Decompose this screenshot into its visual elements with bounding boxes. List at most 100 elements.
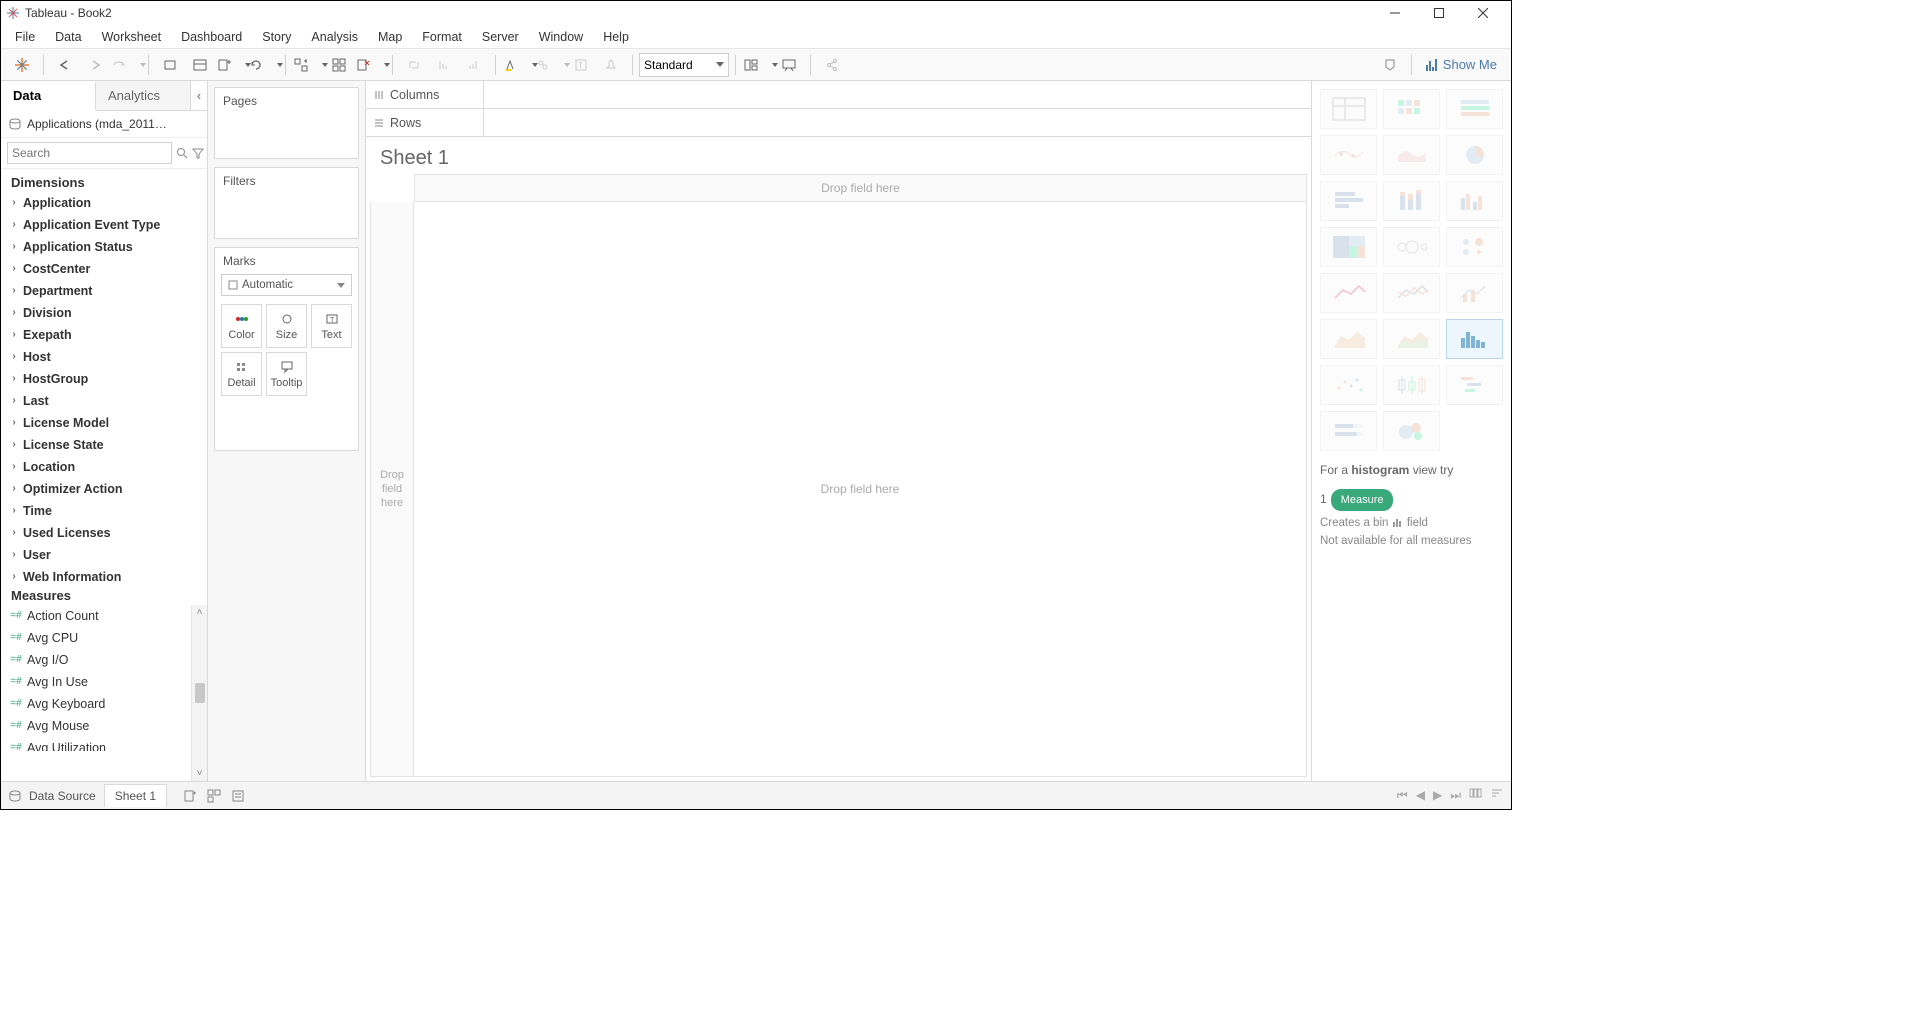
menu-server[interactable]: Server [472, 27, 529, 47]
dimension-field[interactable]: ›HostGroup [1, 368, 207, 390]
dimension-field[interactable]: ›User [1, 544, 207, 566]
menu-map[interactable]: Map [368, 27, 412, 47]
view-drop-zone[interactable]: Drop field here [414, 202, 1307, 777]
dimension-field[interactable]: ›Last [1, 390, 207, 412]
swap-rows-cols-button[interactable] [401, 52, 427, 78]
dimension-field[interactable]: ›Application [1, 192, 207, 214]
group-button[interactable] [536, 52, 562, 78]
marks-detail-button[interactable]: Detail [221, 352, 262, 396]
menu-worksheet[interactable]: Worksheet [92, 27, 172, 47]
sort-tabs-button[interactable] [1491, 788, 1503, 803]
new-dashboard-tab-button[interactable] [207, 789, 221, 803]
marks-size-button[interactable]: Size [266, 304, 307, 348]
dimension-field[interactable]: ›License State [1, 434, 207, 456]
viz-bullet[interactable] [1320, 411, 1377, 451]
show-cards-button[interactable] [744, 52, 770, 78]
new-datasource-button[interactable] [157, 52, 183, 78]
new-worksheet-button[interactable] [217, 52, 243, 78]
highlight-button[interactable] [504, 52, 530, 78]
measure-field[interactable]: =#Avg CPU [1, 627, 207, 649]
menu-window[interactable]: Window [529, 27, 593, 47]
viz-pie[interactable] [1446, 135, 1503, 175]
redo-button[interactable] [82, 52, 108, 78]
viz-heat-map[interactable] [1383, 89, 1440, 129]
viz-line-disc[interactable] [1383, 273, 1440, 313]
guide-button[interactable] [1377, 52, 1403, 78]
filter-fields-button[interactable] [192, 145, 204, 161]
viz-side-circle[interactable] [1446, 227, 1503, 267]
duplicate-button[interactable] [326, 52, 352, 78]
dimension-field[interactable]: ›Application Status [1, 236, 207, 258]
nav-prev-button[interactable]: ◀ [1416, 788, 1425, 803]
viz-histogram[interactable] [1446, 319, 1503, 359]
field-search-input[interactable] [7, 142, 172, 164]
viz-packed-bubble[interactable] [1383, 411, 1440, 451]
measure-field[interactable]: =#Avg Keyboard [1, 693, 207, 715]
refresh-button[interactable] [249, 52, 275, 78]
pause-auto-button[interactable] [187, 52, 213, 78]
filmstrip-button[interactable] [1469, 788, 1483, 803]
viz-line-cont[interactable] [1320, 273, 1377, 313]
swap-button[interactable] [294, 52, 320, 78]
undo-button[interactable] [52, 52, 78, 78]
analytics-tab[interactable]: Analytics [96, 81, 191, 110]
viz-treemap[interactable] [1320, 227, 1377, 267]
sort-desc-button[interactable] [461, 52, 487, 78]
filters-shelf[interactable]: Filters [214, 167, 359, 239]
minimize-button[interactable] [1373, 2, 1417, 24]
viz-dual-line[interactable] [1446, 273, 1503, 313]
viz-symbol-map[interactable] [1320, 135, 1377, 175]
dimension-field[interactable]: ›Division [1, 302, 207, 324]
dimension-field[interactable]: ›Time [1, 500, 207, 522]
datasource-tab-icon[interactable] [9, 790, 21, 802]
measures-scrollbar[interactable]: ˄˅ [191, 605, 207, 781]
dimension-field[interactable]: ›License Model [1, 412, 207, 434]
viz-filled-map[interactable] [1383, 135, 1440, 175]
new-story-tab-button[interactable] [231, 789, 245, 803]
nav-next-button[interactable]: ▶ [1433, 788, 1442, 803]
menu-format[interactable]: Format [412, 27, 472, 47]
measure-field[interactable]: =#Avg In Use [1, 671, 207, 693]
dimension-field[interactable]: ›Department [1, 280, 207, 302]
sheet-title[interactable]: Sheet 1 [366, 137, 1311, 174]
dimension-field[interactable]: ›Application Event Type [1, 214, 207, 236]
close-button[interactable] [1461, 2, 1505, 24]
viz-scatter[interactable] [1320, 365, 1377, 405]
tableau-icon[interactable] [9, 52, 35, 78]
measure-field[interactable]: =#Avg Utilization [1, 737, 207, 751]
columns-drop-zone[interactable]: Drop field here [414, 174, 1307, 202]
pin-button[interactable] [598, 52, 624, 78]
columns-shelf[interactable]: Columns [366, 81, 1311, 109]
show-me-button[interactable]: Show Me [1418, 53, 1505, 76]
menu-analysis[interactable]: Analysis [301, 27, 368, 47]
measure-field[interactable]: =#Avg I/O [1, 649, 207, 671]
dimension-field[interactable]: ›Location [1, 456, 207, 478]
clear-button[interactable] [356, 52, 382, 78]
marks-tooltip-button[interactable]: Tooltip [266, 352, 307, 396]
dimension-field[interactable]: ›CostCenter [1, 258, 207, 280]
menu-help[interactable]: Help [593, 27, 639, 47]
menu-story[interactable]: Story [252, 27, 301, 47]
sheet-tab[interactable]: Sheet 1 [104, 784, 167, 807]
marks-type-select[interactable]: Automatic [221, 274, 352, 296]
measure-field[interactable]: =#Avg Mouse [1, 715, 207, 737]
menu-dashboard[interactable]: Dashboard [171, 27, 252, 47]
maximize-button[interactable] [1417, 2, 1461, 24]
datasource-name[interactable]: Applications (mda_2011… [27, 117, 167, 131]
viz-area-cont[interactable] [1320, 319, 1377, 359]
viz-side-bar[interactable] [1446, 181, 1503, 221]
nav-first-button[interactable]: ⏮ [1397, 788, 1408, 803]
collapse-sidebar-button[interactable]: ‹ [191, 81, 207, 110]
data-tab[interactable]: Data [1, 82, 96, 111]
rows-drop-zone[interactable]: Drop field here [370, 202, 414, 777]
pages-shelf[interactable]: Pages [214, 87, 359, 159]
viz-text-table[interactable] [1320, 89, 1377, 129]
share-button[interactable] [819, 52, 845, 78]
menu-file[interactable]: File [5, 27, 45, 47]
dimension-field[interactable]: ›Exepath [1, 324, 207, 346]
viz-hbar[interactable] [1320, 181, 1377, 221]
new-worksheet-tab-button[interactable] [183, 789, 197, 803]
dimension-field[interactable]: ›Web Information [1, 566, 207, 582]
save-button[interactable] [112, 52, 138, 78]
presentation-button[interactable] [776, 52, 802, 78]
